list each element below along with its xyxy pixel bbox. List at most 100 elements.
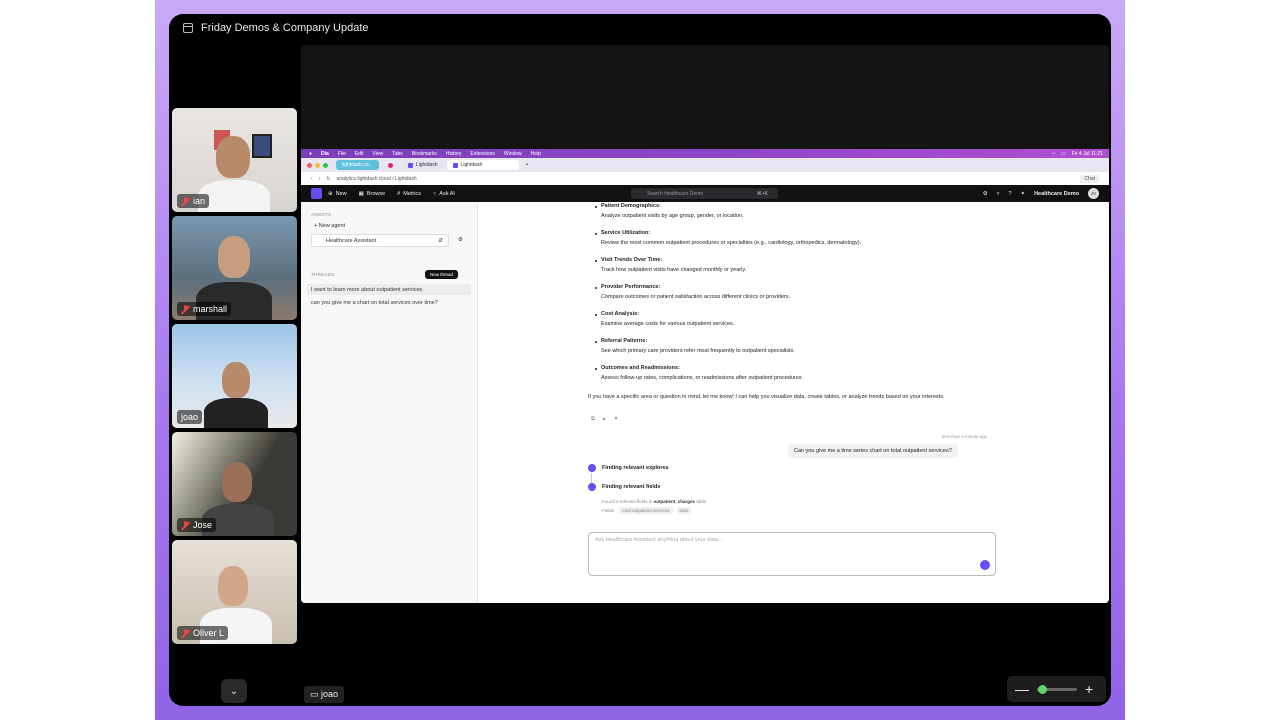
browser-tab[interactable] (382, 160, 399, 170)
reload-icon[interactable]: ↻ (326, 176, 330, 182)
video-call-window: Friday Demos & Company Update ian marsha… (169, 14, 1111, 706)
sparkle-icon[interactable]: ✦ (1020, 191, 1025, 197)
zoom-in-button[interactable]: + (1085, 681, 1093, 697)
thread-item-active[interactable]: I want to learn more about outpatient se… (307, 284, 471, 295)
calendar-icon (183, 23, 193, 33)
suggestion-item: Referral Patterns: See which primary care… (601, 338, 795, 354)
ai-sidebar: AGENTS + New agent Healthcare Assistant ⇵… (301, 202, 478, 603)
thread-item[interactable]: can you give me a chart on total service… (307, 297, 471, 308)
menu-item[interactable]: Dia (321, 151, 329, 157)
menu-item[interactable]: Extensions (470, 151, 494, 157)
participant-name-tag: Jose (177, 518, 217, 532)
participant-name: joao (181, 412, 199, 422)
chevron-down-icon: ⌄ (229, 685, 239, 697)
agent-select[interactable]: Healthcare Assistant ⇵ (311, 234, 449, 247)
suggestion-item: Visit Trends Over Time: Track how outpati… (601, 257, 747, 273)
progress-step: Finding relevant explores (588, 464, 669, 472)
menu-item[interactable]: Help (531, 151, 541, 157)
window-controls[interactable] (307, 162, 328, 168)
call-header: Friday Demos & Company Update (183, 22, 369, 34)
wifi-icon[interactable]: ○ (1052, 151, 1055, 157)
muted-mic-icon (181, 304, 190, 314)
suggestion-item: Provider Performance: Compare outcomes or… (601, 284, 791, 300)
participant-name-tag: marshall (177, 302, 232, 316)
gear-icon[interactable]: ⚙ (458, 237, 463, 243)
participant-tile[interactable]: Jose (172, 432, 297, 536)
battery-icon[interactable]: ▭ (1061, 151, 1066, 157)
chat-button[interactable]: Chat (1080, 174, 1099, 183)
muted-mic-icon (181, 196, 190, 206)
menu-item[interactable]: Edit (355, 151, 364, 157)
back-icon[interactable]: ‹ (311, 176, 313, 182)
assistant-closing-text: If you have a specific area or question … (588, 394, 945, 400)
step-connector (591, 473, 592, 483)
participant-tile[interactable]: Oliver L (172, 540, 297, 644)
menu-clock[interactable]: Fri 4 Jul 11:21 (1072, 151, 1103, 157)
menu-item[interactable]: Tabs (392, 151, 403, 157)
agents-header: AGENTS (311, 212, 332, 217)
chat-panel: Patient Demographics: Analyze outpatient … (478, 202, 1109, 603)
participant-name-tag: joao (177, 410, 203, 424)
zoom-control: — + (1007, 676, 1106, 702)
participant-name-tag: Oliver L (177, 626, 229, 640)
muted-mic-icon (181, 628, 190, 638)
browser-tab-bar: lightdash.co... Lightdash Lightdash + (301, 158, 1109, 172)
plus-icon: ⊕ (328, 190, 333, 197)
suggestion-item: Outcomes and Readmissions: Assess follow-… (601, 365, 804, 381)
menu-item[interactable]: Window (504, 151, 522, 157)
new-tab-icon[interactable]: + (526, 162, 529, 168)
field-chip: date (676, 507, 692, 514)
scroll-down-button[interactable]: ⌄ (221, 679, 247, 703)
nav-metrics[interactable]: # Metrics (397, 191, 421, 197)
address-bar[interactable]: ‹ › ↻ analytics.lightdash.cloud / Lightd… (301, 172, 1109, 185)
browser-tab-active[interactable]: Lightdash (446, 160, 519, 170)
bell-icon[interactable]: ▿ (997, 191, 1000, 197)
browser-tab[interactable]: Lightdash (402, 160, 444, 170)
new-agent-button[interactable]: + New agent (314, 223, 345, 229)
avatar[interactable]: JV (1088, 188, 1099, 199)
menu-item[interactable]: View (373, 151, 384, 157)
lightdash-logo[interactable] (311, 188, 322, 199)
url-text[interactable]: analytics.lightdash.cloud / Lightdash (337, 176, 417, 182)
thumbs-up-icon[interactable]: ▲ (602, 416, 607, 422)
search-input[interactable]: Search Healthcare Demo ⌘+K (631, 188, 778, 199)
menu-item[interactable]: History (446, 151, 462, 157)
fields-list: Fields: total outpatient services date (602, 507, 692, 514)
menu-item[interactable]: Bookmarks (412, 151, 437, 157)
forward-icon[interactable]: › (319, 176, 321, 182)
participant-name: Oliver L (193, 628, 225, 638)
settings-icon[interactable]: ⚙ (983, 191, 988, 197)
presenter-label: ▭ joao (304, 686, 345, 703)
message-timestamp: less than a minute ago (942, 434, 988, 439)
field-chip: total outpatient services (619, 507, 673, 514)
nav-browse[interactable]: ▦ Browse (359, 191, 386, 197)
feedback-row: ⧉ ▲ ▼ (591, 416, 618, 422)
browser-tab[interactable]: lightdash.co... (336, 160, 379, 170)
thumbs-down-icon[interactable]: ▼ (614, 416, 619, 422)
participant-tile-active[interactable]: joao (172, 324, 297, 428)
suggestion-item: Cost Analysis: Examine average costs for … (601, 311, 735, 327)
menu-item[interactable]: File (338, 151, 346, 157)
nav-new[interactable]: ⊕ New (328, 191, 347, 197)
zoom-out-button[interactable]: — (1015, 681, 1029, 697)
zoom-slider[interactable] (1037, 684, 1077, 694)
help-icon[interactable]: ? (1008, 191, 1011, 197)
participant-name: ian (193, 196, 206, 206)
participant-name: marshall (193, 304, 228, 314)
project-switcher[interactable]: Healthcare Demo (1034, 191, 1079, 197)
nav-ask-ai[interactable]: ○ Ask AI (433, 191, 455, 197)
participant-tile[interactable]: marshall (172, 216, 297, 320)
participant-tile[interactable]: ian (172, 108, 297, 212)
new-thread-button[interactable]: New thread (425, 270, 459, 279)
shared-screen: ● Dia File Edit View Tabs Bookmarks Hist… (301, 149, 1109, 603)
zoom-slider-knob[interactable] (1037, 684, 1047, 694)
chat-input[interactable]: Ask Healthcare Assistant anything about … (588, 532, 996, 576)
ai-icon: ○ (432, 190, 437, 197)
step-check-icon (588, 464, 596, 472)
copy-icon[interactable]: ⧉ (591, 416, 595, 422)
suggestion-item: Patient Demographics: Analyze outpatient … (601, 203, 744, 219)
wall-art (252, 134, 272, 158)
muted-mic-icon (181, 520, 190, 530)
progress-step: Finding relevant fields (588, 483, 660, 491)
send-icon[interactable] (980, 560, 990, 570)
